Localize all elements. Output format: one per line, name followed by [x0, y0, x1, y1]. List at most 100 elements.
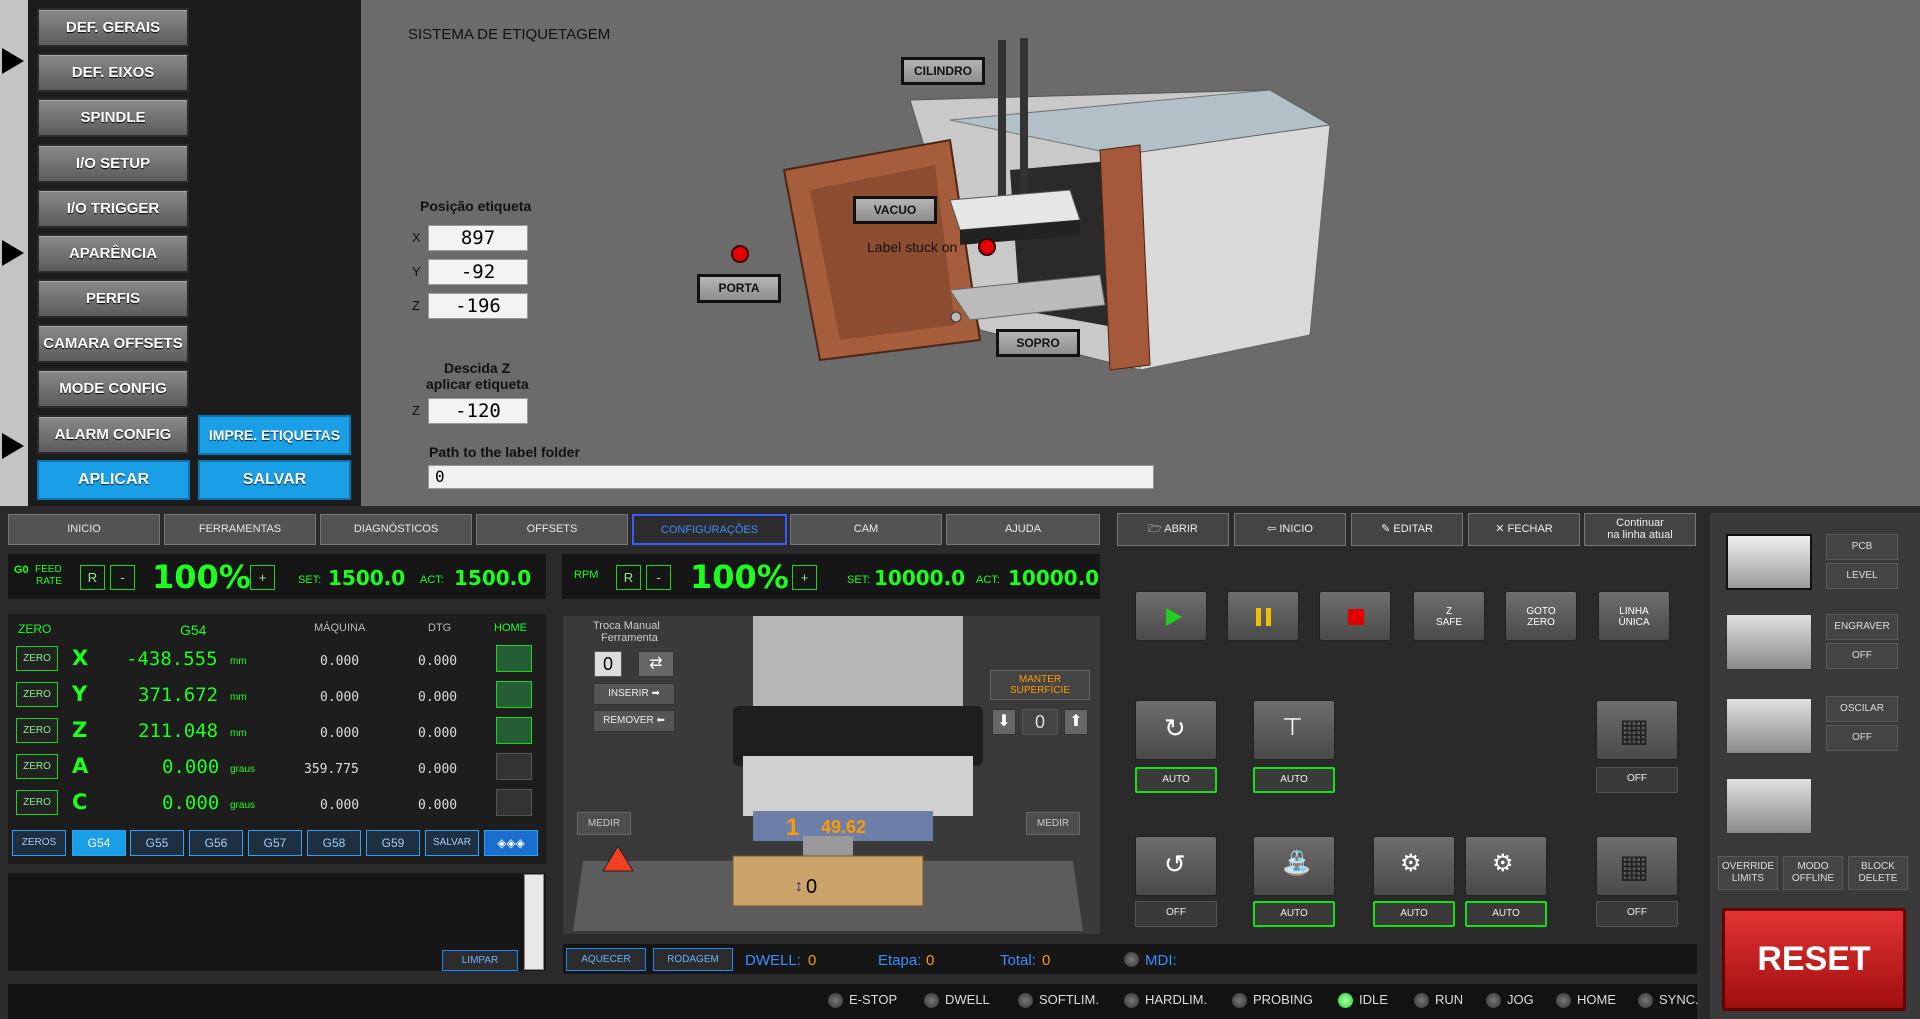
grid-top-button[interactable]: ▦ — [1596, 700, 1678, 760]
play-button[interactable] — [1135, 591, 1207, 641]
rodagem-button[interactable]: RODAGEM — [653, 948, 733, 971]
coolant-auto[interactable]: AUTO — [1253, 901, 1335, 927]
engraver-off[interactable]: OFF — [1826, 643, 1898, 669]
g57-button[interactable]: G57 — [248, 830, 302, 856]
goto-zero-button[interactable]: GOTO ZERO — [1505, 591, 1577, 641]
vacuo-tag[interactable]: VACUO — [853, 196, 937, 224]
oscilar-icon[interactable] — [1726, 698, 1812, 754]
menu-def-eixos[interactable]: DEF. EIXOS — [37, 53, 189, 92]
tool-swap-button[interactable]: ⇄ — [638, 651, 674, 677]
pcb-probe-icon[interactable] — [1726, 534, 1812, 590]
dust-collector-1-button[interactable]: ⚙ — [1373, 836, 1455, 896]
porta-tag[interactable]: PORTA — [697, 274, 781, 303]
g56-button[interactable]: G56 — [189, 830, 243, 856]
menu-io-setup[interactable]: I/O SETUP — [37, 144, 189, 183]
stop-button[interactable] — [1319, 591, 1391, 641]
dust-collector-2-button[interactable]: ⚙ — [1465, 836, 1547, 896]
reset-button[interactable]: RESET — [1722, 908, 1906, 1011]
spindle-ccw-button[interactable]: ↺ — [1135, 836, 1217, 896]
linha-unica-button[interactable]: LINHA ÚNICA — [1598, 591, 1670, 641]
g55-button[interactable]: G55 — [130, 830, 184, 856]
zero-z-button[interactable]: ZERO — [16, 718, 58, 743]
home-z-button[interactable] — [496, 717, 532, 744]
tab-ferramentas[interactable]: FERRAMENTAS — [164, 514, 316, 545]
aplicar-button[interactable]: APLICAR — [37, 460, 190, 500]
vacuum-table-auto[interactable]: AUTO — [1253, 767, 1335, 793]
inserir-button[interactable]: INSERIR ➡ — [593, 683, 675, 705]
oscilar-off[interactable]: OFF — [1826, 725, 1898, 751]
menu-impre-etiquetas[interactable]: IMPRE. ETIQUETAS — [198, 415, 351, 455]
spindle-ccw-off[interactable]: OFF — [1135, 901, 1217, 927]
level-button[interactable]: LEVEL — [1826, 563, 1898, 589]
pause-button[interactable] — [1227, 591, 1299, 641]
grid-bottom-button[interactable]: ▦ — [1596, 836, 1678, 896]
inicio-file-button[interactable]: ⇦ INICIO — [1234, 513, 1346, 546]
grid-bottom-off[interactable]: OFF — [1596, 901, 1678, 927]
home-c-button[interactable] — [496, 789, 532, 816]
spindle-cw-button[interactable]: ↻ — [1135, 700, 1217, 760]
menu-aparencia[interactable]: APARÊNCIA — [37, 234, 189, 273]
rpm-plus-button[interactable]: + — [792, 565, 817, 590]
rpm-minus-button[interactable]: - — [646, 565, 671, 590]
pos-y-field[interactable]: -92 — [428, 259, 528, 285]
modo-offline-button[interactable]: MODO OFFLINE — [1783, 856, 1843, 890]
engraver-button[interactable]: ENGRAVER — [1826, 614, 1898, 640]
descida-z-field[interactable]: -120 — [428, 398, 528, 424]
medir-right-button[interactable]: MEDIR — [1026, 812, 1080, 835]
remover-button[interactable]: REMOVER ⬅ — [593, 710, 675, 732]
z-safe-button[interactable]: Z SAFE — [1413, 591, 1485, 641]
salvar-wcs-button[interactable]: SALVAR — [425, 830, 479, 856]
feed-reset-button[interactable]: R — [80, 565, 105, 590]
dust-collector-2-auto[interactable]: AUTO — [1465, 901, 1547, 927]
coolant-button[interactable]: ⛲ — [1253, 836, 1335, 896]
saw-icon[interactable] — [1726, 778, 1812, 834]
mdi-input[interactable] — [1180, 946, 1695, 972]
manter-up-button[interactable]: ⬆ — [1064, 709, 1088, 735]
spindle-cw-auto[interactable]: AUTO — [1135, 767, 1217, 793]
home-a-button[interactable] — [496, 753, 532, 780]
manter-down-button[interactable]: ⬇ — [992, 709, 1016, 735]
zero-c-button[interactable]: ZERO — [16, 790, 58, 815]
continuar-button[interactable]: Continuar na linha atual — [1584, 513, 1696, 546]
menu-spindle[interactable]: SPINDLE — [37, 98, 189, 137]
tool-number-field[interactable]: 0 — [594, 651, 622, 677]
pcb-button[interactable]: PCB — [1826, 534, 1898, 560]
menu-def-gerais[interactable]: DEF. GERAIS — [37, 8, 189, 47]
g54-button[interactable]: G54 — [72, 830, 126, 856]
pos-z-field[interactable]: -196 — [428, 293, 528, 319]
g59-button[interactable]: G59 — [366, 830, 420, 856]
menu-mode-config[interactable]: MODE CONFIG — [37, 369, 189, 408]
aquecer-button[interactable]: AQUECER — [566, 948, 646, 971]
dust-collector-1-auto[interactable]: AUTO — [1373, 901, 1455, 927]
zero-y-button[interactable]: ZERO — [16, 682, 58, 707]
zero-a-button[interactable]: ZERO — [16, 754, 58, 779]
tab-cam[interactable]: CAM — [790, 514, 942, 545]
override-limits-button[interactable]: OVERRIDE LIMITS — [1718, 856, 1778, 890]
tab-configuracoes[interactable]: CONFIGURAÇÕES — [632, 514, 787, 545]
vacuum-table-button[interactable]: ⊤ — [1253, 700, 1335, 760]
menu-io-trigger[interactable]: I/O TRIGGER — [37, 189, 189, 228]
home-y-button[interactable] — [496, 681, 532, 708]
pos-x-field[interactable]: 897 — [428, 225, 528, 251]
feed-plus-button[interactable]: + — [250, 565, 275, 590]
console-scrollbar[interactable] — [524, 874, 544, 970]
oscilar-button[interactable]: OSCILAR — [1826, 696, 1898, 722]
zeros-button[interactable]: ZEROS — [12, 830, 66, 856]
salvar-button[interactable]: SALVAR — [198, 460, 351, 500]
fechar-button[interactable]: ✕ FECHAR — [1468, 513, 1580, 546]
menu-perfis[interactable]: PERFIS — [37, 279, 189, 318]
tab-inicio[interactable]: INICIO — [8, 514, 160, 545]
manter-superficie-button[interactable]: MANTER SUPERFÍCIE — [990, 670, 1090, 700]
editar-button[interactable]: ✎ EDITAR — [1351, 513, 1463, 546]
medir-left-button[interactable]: MEDIR — [577, 812, 631, 835]
limpar-button[interactable]: LIMPAR — [442, 950, 518, 971]
path-field[interactable]: 0 — [428, 465, 1154, 489]
wcs-grid-button[interactable]: ◈◈◈ — [484, 830, 538, 856]
home-x-button[interactable] — [496, 645, 532, 672]
cilindro-tag[interactable]: CILINDRO — [901, 57, 985, 85]
menu-alarm-config[interactable]: ALARM CONFIG — [37, 415, 189, 454]
tab-offsets[interactable]: OFFSETS — [476, 514, 628, 545]
tab-diagnosticos[interactable]: DIAGNÓSTICOS — [320, 514, 472, 545]
zero-x-button[interactable]: ZERO — [16, 646, 58, 671]
feed-minus-button[interactable]: - — [110, 565, 135, 590]
